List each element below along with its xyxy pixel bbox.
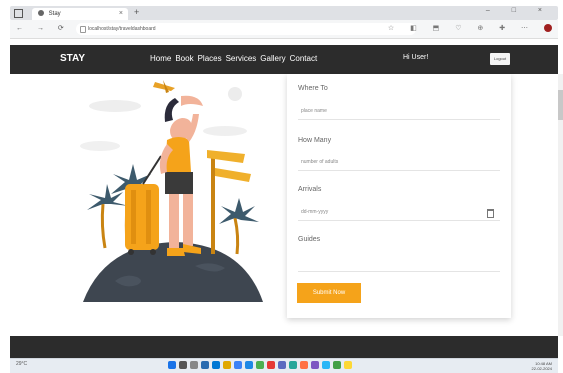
guides-input[interactable] xyxy=(298,254,500,272)
nav-home[interactable]: Home xyxy=(150,54,171,63)
app-icon-2[interactable] xyxy=(289,361,297,369)
task-view-icon[interactable] xyxy=(190,361,198,369)
traveler-illustration xyxy=(80,80,263,302)
browser-tab-strip: Stay × + – □ × xyxy=(10,6,558,20)
page-scrollbar-thumb[interactable] xyxy=(558,90,563,120)
weather-widget[interactable]: 29°C xyxy=(16,361,27,367)
clock-date: 22-02-2024 xyxy=(531,366,552,371)
nav-book[interactable]: Book xyxy=(175,54,193,63)
app-icon[interactable] xyxy=(256,361,264,369)
booking-form-card: Where To place name How Many number of a… xyxy=(287,74,511,318)
taskbar-app-icons xyxy=(168,361,352,369)
app-icon-5[interactable] xyxy=(322,361,330,369)
tab-title: Stay xyxy=(48,11,61,17)
window-menu-icon[interactable] xyxy=(14,9,23,18)
submit-now-button[interactable]: Submit Now xyxy=(297,283,361,303)
how-many-label: How Many xyxy=(298,137,332,144)
browser-tab[interactable]: Stay × xyxy=(32,8,128,20)
nav-links: Home Book Places Services Gallery Contac… xyxy=(150,54,317,63)
window-controls[interactable]: – □ × xyxy=(486,7,552,14)
site-footer xyxy=(10,336,558,358)
how-many-input[interactable]: number of adults xyxy=(298,153,500,171)
extension-icons-glyphs[interactable]: ☆ ◧ ⬒ ♡ ⊕ ✚ ⋯ xyxy=(388,25,535,32)
calendar-icon[interactable] xyxy=(487,209,494,218)
nav-contact[interactable]: Contact xyxy=(290,54,318,63)
url-text: localhost/stay/traveldashboard xyxy=(88,26,156,32)
address-bar[interactable]: localhost/stay/traveldashboard xyxy=(76,23,416,35)
vscode-icon[interactable] xyxy=(278,361,286,369)
system-tray-clock[interactable]: 10:48 AM 22-02-2024 xyxy=(532,361,552,371)
file-explorer-icon[interactable] xyxy=(223,361,231,369)
logout-button[interactable]: Logout xyxy=(490,53,510,65)
chrome-icon[interactable] xyxy=(267,361,275,369)
nav-gallery[interactable]: Gallery xyxy=(260,54,285,63)
favicon-icon xyxy=(38,10,44,17)
guides-label: Guides xyxy=(298,236,321,243)
app-icon-4[interactable] xyxy=(311,361,319,369)
search-icon[interactable] xyxy=(179,361,187,369)
app-icon-6[interactable] xyxy=(333,361,341,369)
user-greeting: Hi User! xyxy=(403,54,429,61)
close-tab-icon[interactable]: × xyxy=(119,8,123,20)
start-icon[interactable] xyxy=(168,361,176,369)
arrivals-date-value: dd-mm-yyyy xyxy=(301,209,329,215)
new-tab-button[interactable]: + xyxy=(134,7,139,17)
arrivals-label: Arrivals xyxy=(298,186,322,193)
lock-icon xyxy=(80,26,86,33)
extension-icons[interactable]: ☆ ◧ ⬒ ♡ ⊕ ✚ ⋯ xyxy=(388,24,552,33)
where-to-input[interactable]: place name xyxy=(298,102,500,120)
app-icon-7[interactable] xyxy=(344,361,352,369)
arrivals-date-input[interactable]: dd-mm-yyyy xyxy=(298,203,500,221)
browser-toolbar: ← → ⟳ ⌂ localhost/stay/traveldashboard ☆… xyxy=(10,20,558,39)
store-icon[interactable] xyxy=(234,361,242,369)
where-to-label: Where To xyxy=(298,85,328,92)
edge-icon[interactable] xyxy=(212,361,220,369)
brand-logo[interactable]: STAY xyxy=(60,53,85,64)
profile-avatar-icon[interactable] xyxy=(544,24,552,33)
widgets-icon[interactable] xyxy=(201,361,209,369)
site-navbar: STAY Home Book Places Services Gallery C… xyxy=(10,45,558,74)
os-taskbar: 29°C 10:48 AM 22-02-2024 xyxy=(10,358,558,373)
nav-places[interactable]: Places xyxy=(198,54,222,63)
mail-icon[interactable] xyxy=(245,361,253,369)
nav-services[interactable]: Services xyxy=(226,54,257,63)
app-icon-3[interactable] xyxy=(300,361,308,369)
